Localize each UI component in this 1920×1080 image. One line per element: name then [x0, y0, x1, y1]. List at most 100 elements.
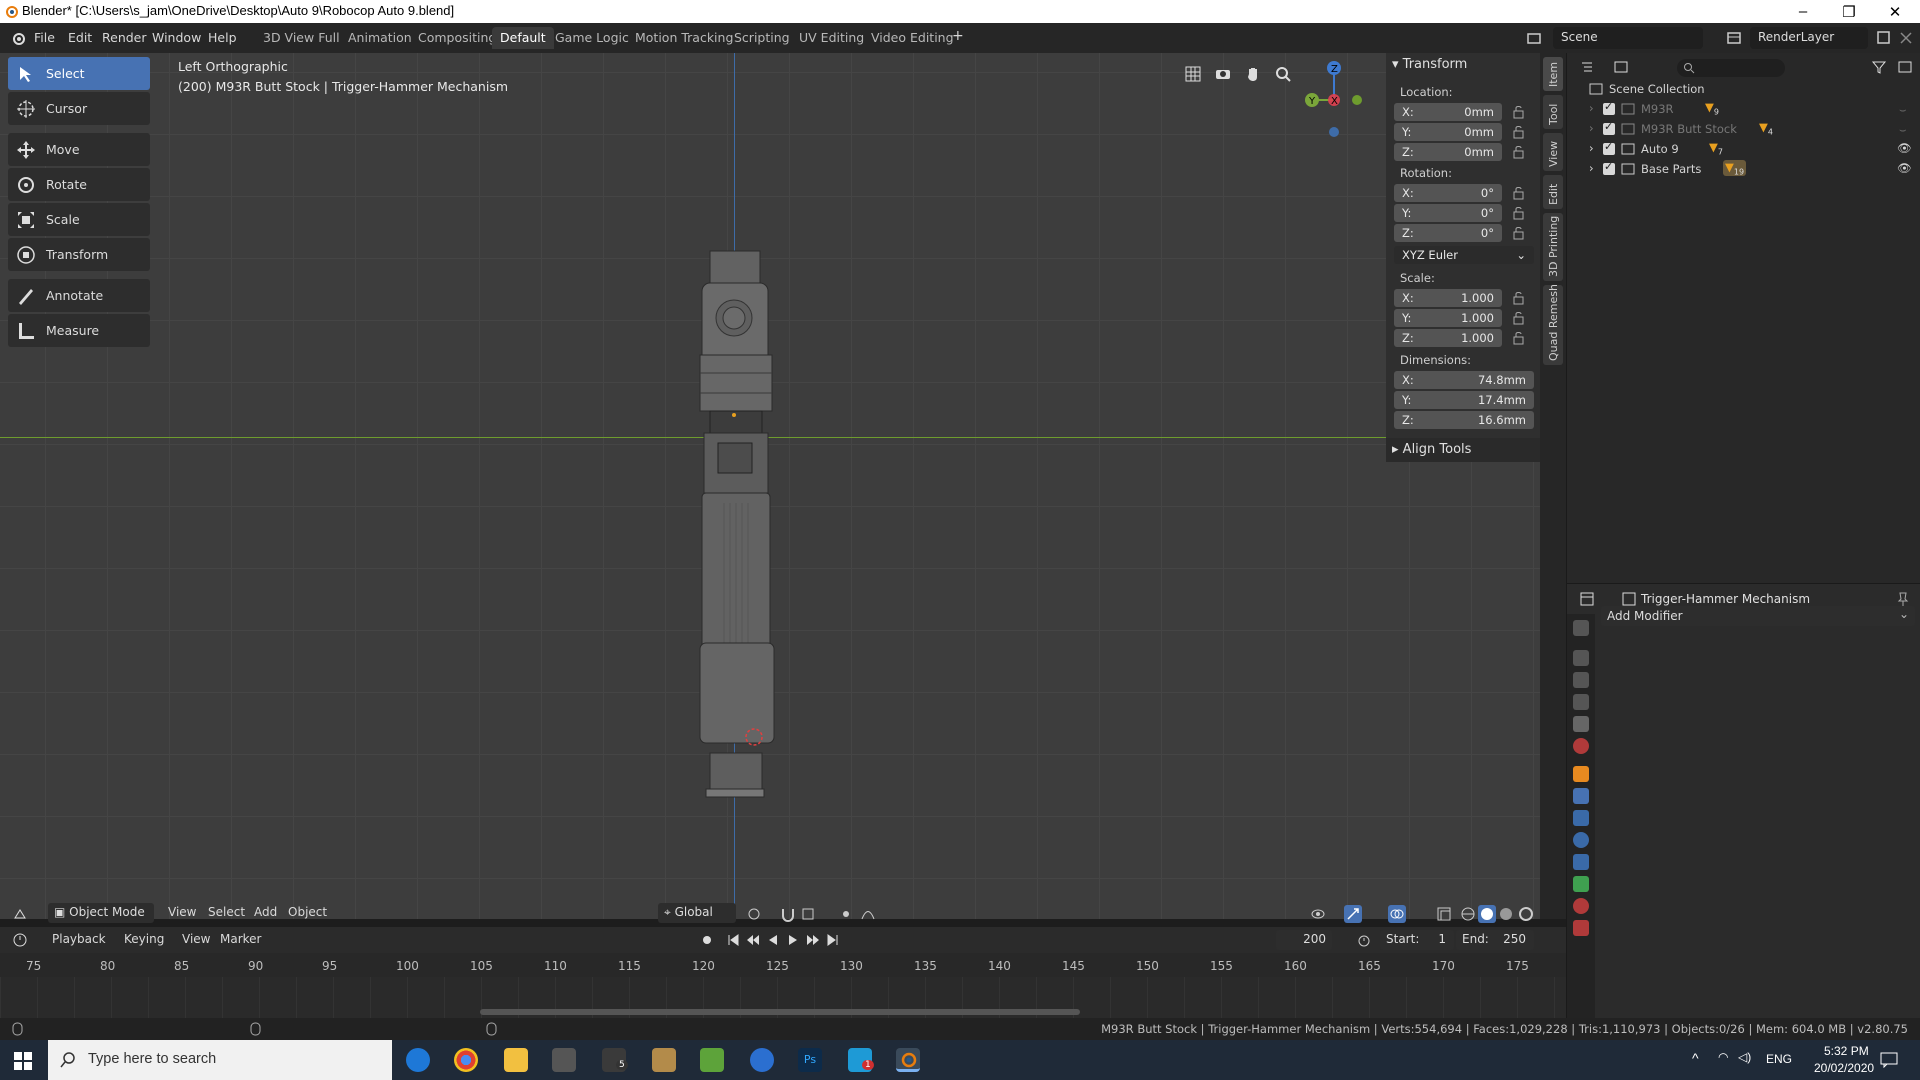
- lock-icon[interactable]: [1512, 105, 1526, 119]
- checkbox[interactable]: [1603, 140, 1615, 155]
- maximize-button[interactable]: ❐: [1826, 0, 1872, 23]
- outliner-editor-icon[interactable]: [1579, 59, 1595, 75]
- tool-measure[interactable]: Measure: [8, 314, 150, 347]
- scale-z-field[interactable]: Z: 1.000: [1394, 329, 1502, 347]
- file-explorer-icon[interactable]: [504, 1048, 528, 1072]
- menu-keying[interactable]: Keying: [124, 932, 164, 946]
- stopwatch-icon[interactable]: [1356, 932, 1372, 948]
- tab-quad-remesh[interactable]: Quad Remesh: [1543, 284, 1563, 365]
- list-item[interactable]: › Auto 9 ▼7 👁: [1567, 139, 1920, 159]
- store-icon[interactable]: [552, 1048, 576, 1072]
- checkbox[interactable]: [1603, 100, 1615, 115]
- menu-marker[interactable]: Marker: [220, 932, 261, 946]
- lock-icon[interactable]: [1512, 291, 1526, 305]
- menu-file[interactable]: File: [34, 30, 55, 45]
- dimensions-x-field[interactable]: X: 74.8mm: [1394, 371, 1534, 389]
- jump-end-icon[interactable]: [826, 933, 840, 947]
- play-icon[interactable]: [786, 933, 800, 947]
- menu-render[interactable]: Render: [102, 30, 147, 45]
- display-mode-icon[interactable]: [1613, 59, 1629, 75]
- object-data-tab-icon[interactable]: [1573, 876, 1589, 892]
- clock-time[interactable]: 5:32 PM: [1824, 1044, 1869, 1058]
- editor-type-icon[interactable]: [12, 906, 28, 922]
- scene-props-icon[interactable]: [1573, 716, 1589, 732]
- tab-3d-view-full[interactable]: 3D View Full: [255, 27, 348, 49]
- header-menu-select[interactable]: Select: [208, 905, 245, 919]
- solid-shading-icon[interactable]: [1478, 905, 1496, 923]
- hide-icon[interactable]: ⌣: [1899, 122, 1907, 137]
- tool-cursor[interactable]: Cursor: [8, 92, 150, 125]
- proportional-edit-icon[interactable]: [838, 906, 854, 922]
- jump-start-icon[interactable]: [726, 933, 740, 947]
- taskbar-search-input[interactable]: Type here to search: [48, 1040, 392, 1080]
- lock-icon[interactable]: [1512, 186, 1526, 200]
- tab-compositing[interactable]: Compositing: [410, 27, 504, 49]
- header-menu-object[interactable]: Object: [288, 905, 327, 919]
- material-shading-icon[interactable]: [1498, 906, 1514, 922]
- blender-taskbar-icon[interactable]: [896, 1048, 920, 1072]
- align-tools-panel-header[interactable]: ▸ Align Tools: [1386, 438, 1540, 462]
- scene-collection-row[interactable]: Scene Collection: [1567, 79, 1920, 99]
- app-icon[interactable]: [700, 1048, 724, 1072]
- rotation-z-field[interactable]: Z: 0°: [1394, 224, 1502, 242]
- dimensions-z-field[interactable]: Z: 16.6mm: [1394, 411, 1534, 429]
- tab-edit[interactable]: Edit: [1543, 175, 1563, 209]
- particles-icon[interactable]: [1573, 810, 1589, 826]
- tool-rotate[interactable]: Rotate: [8, 168, 150, 201]
- tab-tool[interactable]: Tool: [1543, 95, 1563, 129]
- tab-scripting[interactable]: Scripting: [726, 27, 798, 49]
- checkbox[interactable]: [1603, 120, 1615, 135]
- rotation-mode-dropdown[interactable]: XYZ Euler ⌄: [1394, 246, 1534, 264]
- world-icon[interactable]: [1573, 738, 1589, 754]
- view-layer-props-icon[interactable]: [1573, 694, 1589, 710]
- scene-icon[interactable]: [1526, 30, 1542, 46]
- edge-icon[interactable]: [406, 1048, 430, 1072]
- rotation-y-field[interactable]: Y: 0°: [1394, 204, 1502, 222]
- tab-video-editing[interactable]: Video Editing: [863, 27, 962, 49]
- end-frame-field[interactable]: End: 250: [1456, 930, 1534, 950]
- lock-icon[interactable]: [1512, 206, 1526, 220]
- timeline-scrollbar[interactable]: [480, 1009, 1080, 1015]
- chrome-icon[interactable]: [454, 1048, 478, 1072]
- constraints-icon[interactable]: [1573, 854, 1589, 870]
- menu-playback[interactable]: Playback: [52, 932, 106, 946]
- lock-icon[interactable]: [1512, 331, 1526, 345]
- prev-keyframe-icon[interactable]: [746, 933, 760, 947]
- overlays-toggle-icon[interactable]: [1388, 905, 1406, 923]
- view-layer-icon[interactable]: [1726, 30, 1742, 46]
- eye-icon[interactable]: 👁: [1897, 141, 1912, 155]
- action-center-icon[interactable]: [1880, 1052, 1898, 1068]
- menu-timeline-view[interactable]: View: [182, 932, 210, 946]
- list-item[interactable]: › M93R ▼9 ⌣: [1567, 99, 1920, 119]
- tool-annotate[interactable]: Annotate: [8, 279, 150, 312]
- 3d-viewport[interactable]: Select Cursor Move Rotate Scale Transfor…: [0, 53, 1566, 919]
- show-hidden-icons-icon[interactable]: ^: [1692, 1050, 1699, 1066]
- tool-select[interactable]: Select: [8, 57, 150, 90]
- minimize-button[interactable]: –: [1780, 0, 1826, 23]
- header-menu-add[interactable]: Add: [254, 905, 277, 919]
- tab-animation[interactable]: Animation: [340, 27, 420, 49]
- scale-y-field[interactable]: Y: 1.000: [1394, 309, 1502, 327]
- volume-icon[interactable]: ◁): [1738, 1050, 1751, 1064]
- blender-menu-icon[interactable]: [10, 30, 26, 46]
- mail-icon[interactable]: 5: [602, 1048, 628, 1072]
- tab-motion-tracking[interactable]: Motion Tracking: [627, 27, 741, 49]
- new-layer-icon[interactable]: [1876, 30, 1892, 46]
- orientation-dropdown[interactable]: ⌖ Global: [658, 903, 736, 923]
- lock-icon[interactable]: [1512, 125, 1526, 139]
- navigation-gizmo[interactable]: Z Y X: [1290, 53, 1370, 138]
- wireframe-shading-icon[interactable]: [1460, 906, 1476, 922]
- texture-icon[interactable]: [1573, 920, 1589, 936]
- location-y-field[interactable]: Y: 0mm: [1394, 123, 1502, 141]
- hide-icon[interactable]: ⌣: [1899, 102, 1907, 117]
- snap-target-icon[interactable]: [800, 906, 816, 922]
- photoshop-icon[interactable]: Ps: [798, 1048, 822, 1072]
- location-x-field[interactable]: X: 0mm: [1394, 103, 1502, 121]
- app-icon[interactable]: 1: [848, 1048, 874, 1072]
- object-props-icon[interactable]: [1573, 766, 1589, 782]
- tool-settings-icon[interactable]: [1573, 620, 1589, 636]
- list-item[interactable]: › M93R Butt Stock ▼4 ⌣: [1567, 119, 1920, 139]
- add-modifier-dropdown[interactable]: Add Modifier ⌄: [1601, 606, 1915, 626]
- timeline-editor-icon[interactable]: [12, 932, 28, 948]
- falloff-icon[interactable]: [860, 906, 876, 922]
